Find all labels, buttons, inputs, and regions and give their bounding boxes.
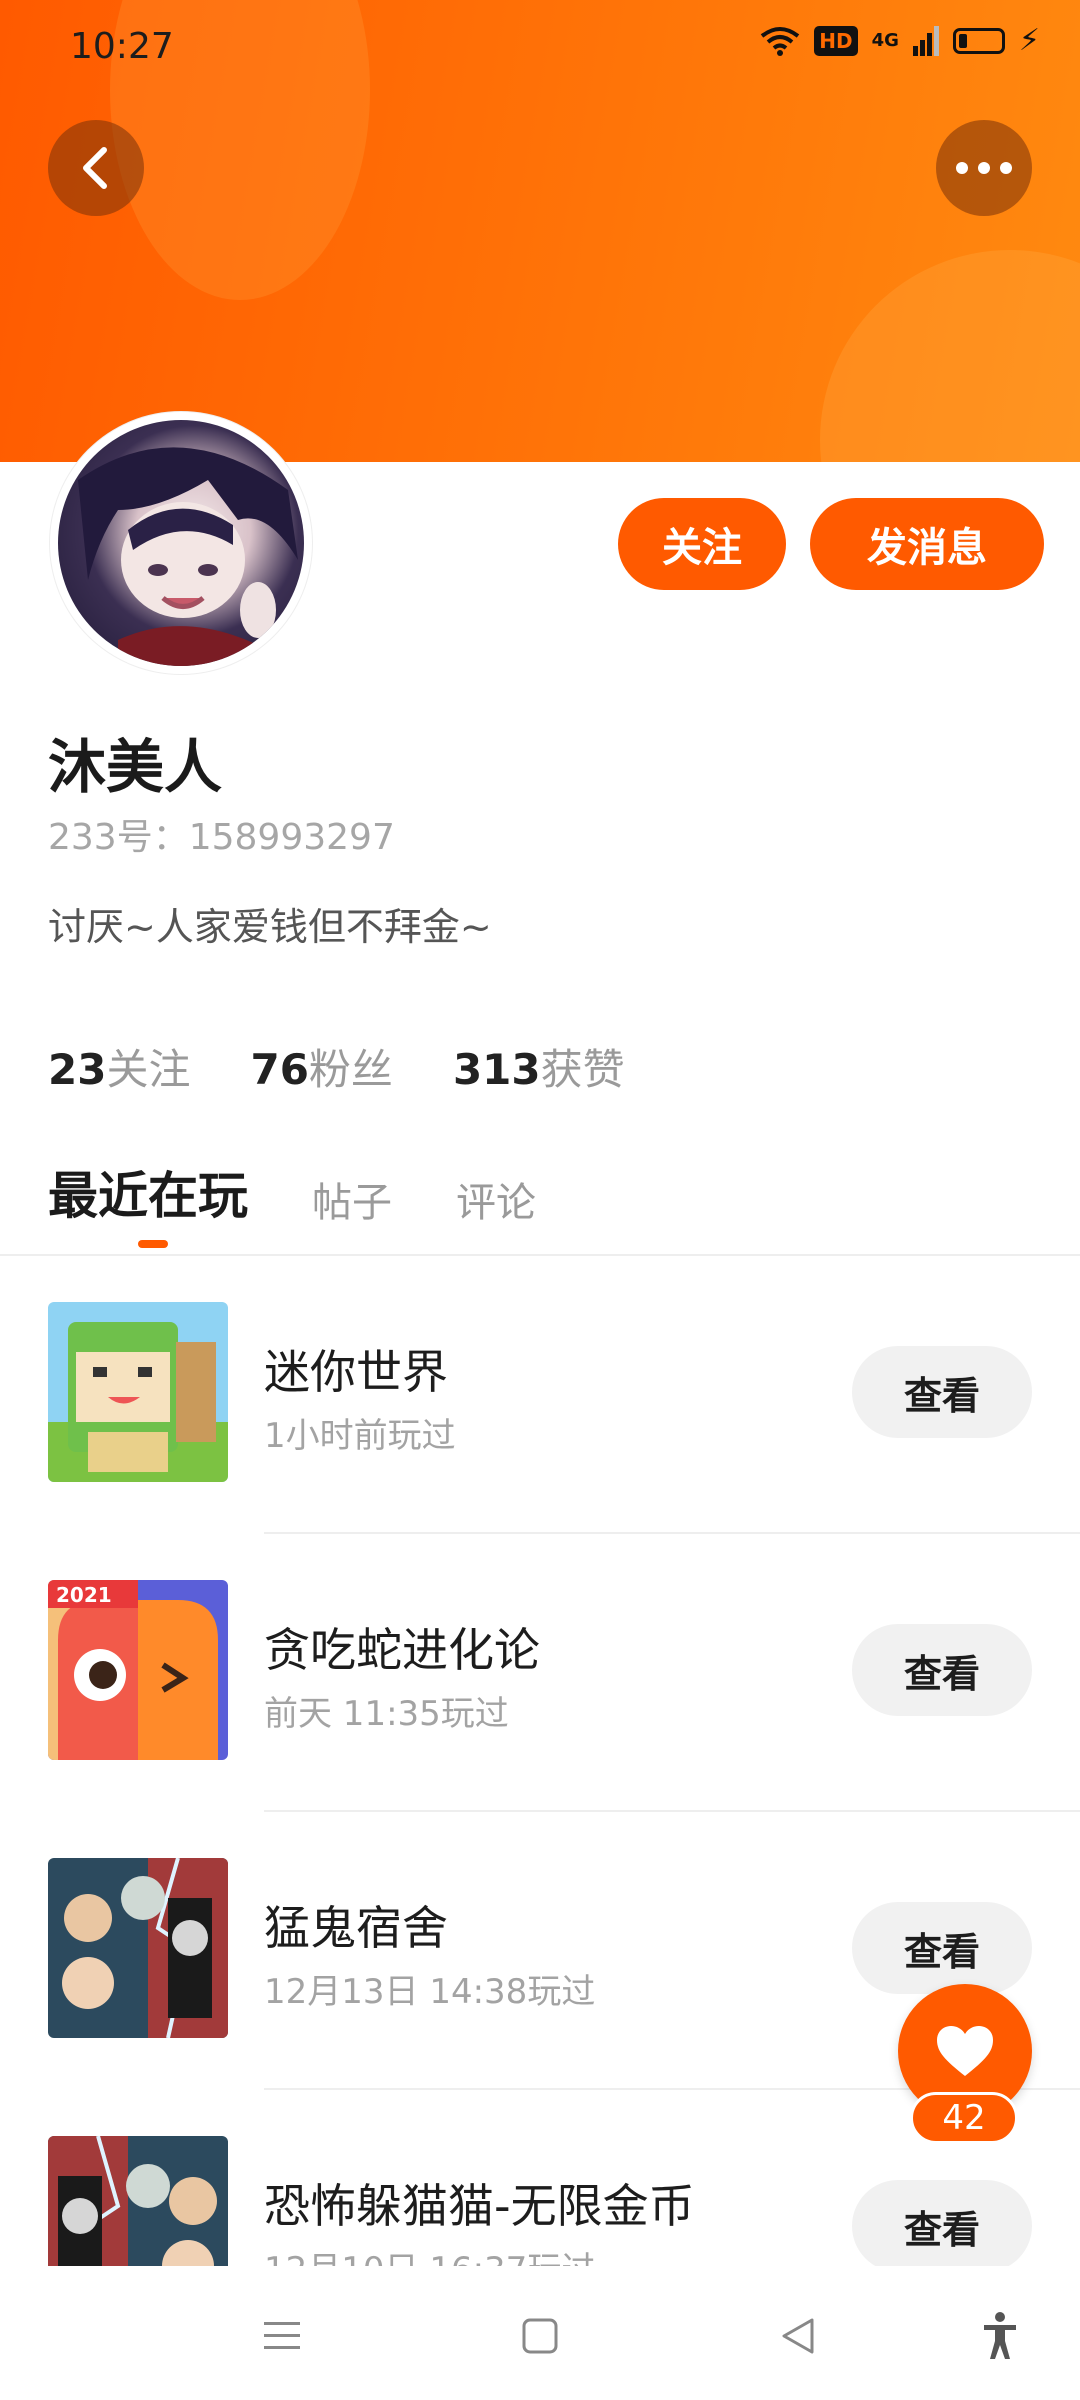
like-count-badge: 42 bbox=[910, 2092, 1018, 2144]
accessibility-icon bbox=[984, 2312, 1016, 2359]
stat-label: 粉丝 bbox=[308, 1045, 393, 1094]
signal-icon bbox=[912, 26, 939, 56]
status-icons: HD 4G ⚡ bbox=[760, 26, 1040, 56]
game-badge-year: 2021 bbox=[56, 1583, 112, 1607]
profile-stats: 23关注 76粉丝 313获赞 bbox=[48, 1036, 625, 1097]
stat-label: 获赞 bbox=[540, 1045, 625, 1094]
back-button[interactable] bbox=[48, 120, 144, 216]
game-title: 迷你世界 bbox=[264, 1345, 448, 1399]
avatar[interactable] bbox=[50, 412, 312, 674]
hd-icon: HD bbox=[814, 26, 858, 56]
stat-label: 关注 bbox=[106, 1045, 191, 1094]
game-last-played: 前天 11:35玩过 bbox=[264, 1694, 509, 1734]
view-button[interactable]: 查看 bbox=[852, 1902, 1032, 1994]
home-square-icon bbox=[522, 2318, 558, 2354]
view-button[interactable]: 查看 bbox=[852, 1346, 1032, 1438]
avatar-illustration bbox=[78, 447, 298, 666]
status-time: 10:27 bbox=[70, 26, 174, 67]
system-nav-bar bbox=[0, 2268, 1080, 2400]
stat-number: 313 bbox=[452, 1045, 541, 1094]
tab-recently-played[interactable]: 最近在玩 bbox=[48, 1156, 248, 1228]
game-icon-snake-evolution: 2021 bbox=[48, 1580, 228, 1760]
profile-tabs: 最近在玩 帖子 评论 bbox=[48, 1156, 536, 1228]
accessibility-button[interactable] bbox=[976, 2312, 1024, 2360]
battery-icon bbox=[952, 28, 1005, 54]
tab-posts[interactable]: 帖子 bbox=[312, 1170, 392, 1228]
home-button[interactable] bbox=[516, 2312, 564, 2360]
network-4g-icon: 4G bbox=[871, 30, 899, 51]
back-triangle-icon bbox=[782, 2318, 814, 2354]
profile-id: 233号：158993297 bbox=[48, 817, 395, 858]
more-dots-icon bbox=[956, 162, 1012, 174]
stat-number: 23 bbox=[48, 1045, 107, 1094]
send-message-button[interactable]: 发消息 bbox=[810, 498, 1044, 590]
game-title: 恐怖躲猫猫-无限金币 bbox=[264, 2179, 695, 2233]
status-bar: 10:27 HD 4G ⚡ bbox=[0, 0, 1080, 96]
view-button[interactable]: 查看 bbox=[852, 2180, 1032, 2266]
stat-following[interactable]: 23关注 bbox=[48, 1036, 190, 1097]
stat-likes[interactable]: 313获赞 bbox=[453, 1036, 625, 1097]
heart-icon bbox=[937, 2026, 993, 2076]
stat-number: 76 bbox=[250, 1045, 309, 1094]
view-button[interactable]: 查看 bbox=[852, 1624, 1032, 1716]
list-item[interactable]: 2021 贪吃蛇进化论 前天 11:35玩过 查看 bbox=[0, 1534, 1080, 1812]
stat-followers[interactable]: 76粉丝 bbox=[250, 1036, 392, 1097]
game-last-played: 12月10日 16:37玩过 bbox=[264, 2242, 595, 2266]
avatar-image bbox=[58, 420, 304, 666]
follow-button[interactable]: 关注 bbox=[618, 498, 786, 590]
nav-back-button[interactable] bbox=[774, 2312, 822, 2360]
banner-decoration bbox=[820, 250, 1080, 462]
game-icon-mini-world bbox=[48, 1302, 228, 1482]
back-arrow-icon bbox=[83, 147, 107, 189]
charging-icon: ⚡ bbox=[1018, 23, 1040, 58]
profile-bio: 讨厌~人家爱钱但不拜金~ bbox=[48, 905, 492, 949]
game-icon-horror-hide-seek bbox=[48, 2136, 228, 2266]
menu-button[interactable] bbox=[258, 2312, 306, 2360]
tab-comments[interactable]: 评论 bbox=[456, 1170, 536, 1228]
game-title: 猛鬼宿舍 bbox=[264, 1901, 448, 1955]
more-options-button[interactable] bbox=[936, 120, 1032, 216]
active-tab-indicator bbox=[138, 1240, 168, 1248]
menu-icon bbox=[264, 2322, 300, 2349]
game-icon-haunted-dorm bbox=[48, 1858, 228, 2038]
game-title: 贪吃蛇进化论 bbox=[264, 1623, 540, 1677]
wifi-icon bbox=[761, 27, 800, 56]
game-last-played: 1小时前玩过 bbox=[264, 1416, 456, 1456]
profile-name: 沐美人 bbox=[48, 733, 223, 801]
list-item[interactable]: 迷你世界 1小时前玩过 查看 bbox=[0, 1256, 1080, 1534]
game-last-played: 12月13日 14:38玩过 bbox=[264, 1972, 596, 2012]
